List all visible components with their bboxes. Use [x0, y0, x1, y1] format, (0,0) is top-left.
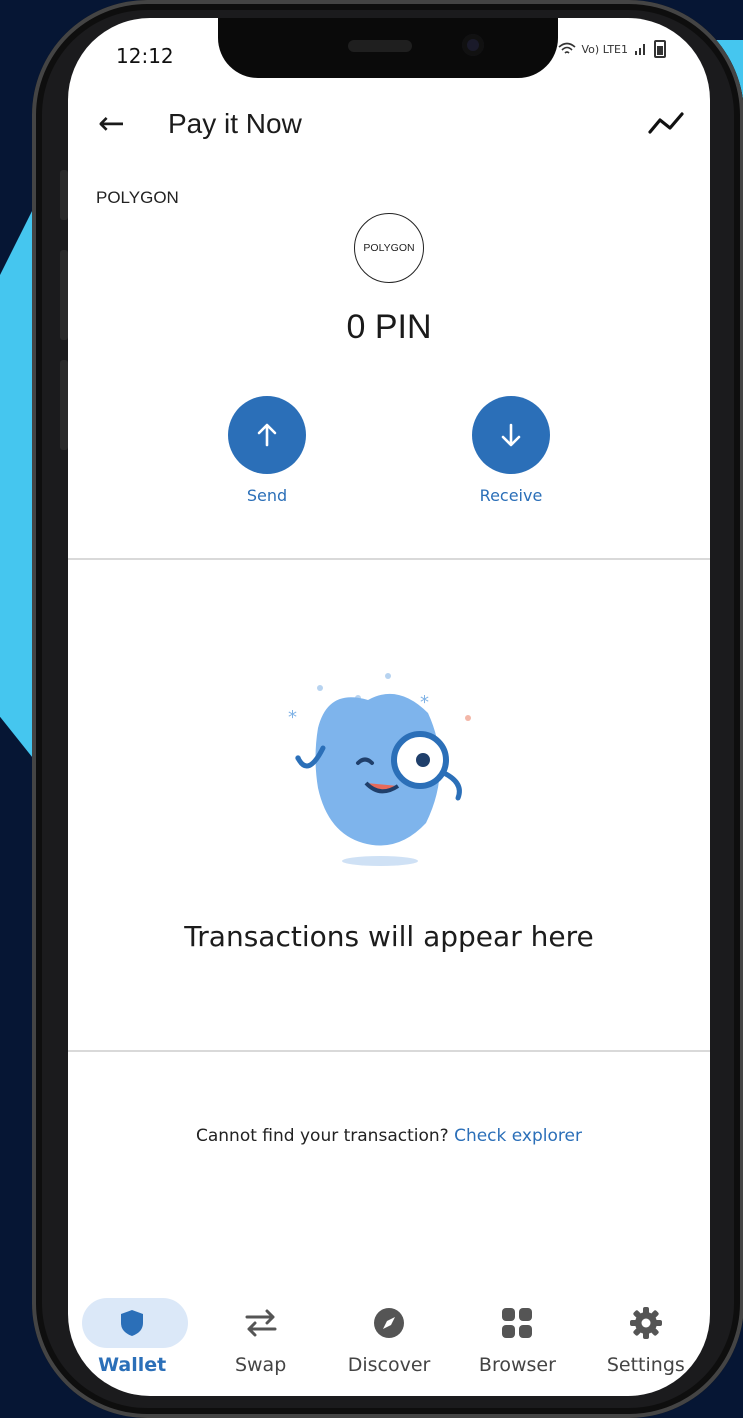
wifi-icon: [557, 42, 576, 54]
phone-side-button: [60, 170, 68, 220]
token-logo: POLYGON: [354, 213, 424, 283]
apps-grid-icon: [502, 1308, 533, 1338]
receive-action: Receive: [451, 396, 571, 505]
app-screen: 12:12 Vo) LTE1 ← Pay it Now POLYGON POLY…: [68, 18, 710, 1396]
token-balance: 0 PIN: [346, 308, 432, 346]
svg-text:*: *: [288, 707, 297, 728]
app-bar: ← Pay it Now: [68, 104, 710, 148]
nav-label-discover: Discover: [347, 1354, 431, 1376]
nav-item-browser[interactable]: Browser: [453, 1296, 581, 1386]
battery-icon: [654, 40, 666, 58]
speaker-grille: [348, 40, 412, 52]
section-divider: [68, 558, 710, 560]
check-explorer-link[interactable]: Check explorer: [454, 1126, 582, 1146]
shield-icon: [121, 1310, 144, 1336]
arrow-down-icon: [501, 423, 521, 447]
explorer-prompt: Cannot find your transaction? Check expl…: [68, 1126, 710, 1146]
bottom-navigation: Wallet Swap Discover Browser Settings: [68, 1296, 710, 1386]
receive-button[interactable]: [472, 396, 550, 474]
send-label: Send: [246, 486, 288, 505]
page-title: Pay it Now: [168, 108, 302, 139]
price-chart-icon[interactable]: [646, 108, 686, 140]
network-name: POLYGON: [96, 188, 179, 207]
network-label: Vo) LTE1: [581, 42, 628, 56]
nav-item-swap[interactable]: Swap: [196, 1296, 324, 1386]
section-divider: [68, 1050, 710, 1052]
nav-label-browser: Browser: [478, 1354, 556, 1376]
phone-side-button: [60, 250, 68, 340]
status-icons: Vo) LTE1: [557, 40, 666, 58]
empty-state-message: Transactions will appear here: [184, 920, 594, 953]
send-button[interactable]: [228, 396, 306, 474]
send-action: Send: [207, 396, 327, 505]
nav-item-wallet[interactable]: Wallet: [68, 1296, 196, 1386]
camera-notch: [218, 18, 558, 78]
token-logo-text: POLYGON: [363, 242, 415, 254]
gear-icon: [629, 1307, 662, 1339]
nav-label-wallet: Wallet: [98, 1354, 167, 1376]
compass-icon: [374, 1308, 405, 1338]
front-camera: [462, 34, 484, 56]
nav-label-swap: Swap: [234, 1354, 287, 1376]
signal-icon: [635, 44, 645, 55]
back-arrow-icon[interactable]: ←: [98, 104, 125, 142]
receive-label: Receive: [479, 486, 543, 505]
empty-transactions-illustration: * *: [288, 673, 471, 866]
status-time: 12:12: [116, 44, 174, 68]
nav-label-settings: Settings: [606, 1354, 685, 1376]
nav-item-settings[interactable]: Settings: [582, 1296, 710, 1386]
arrow-up-icon: [257, 423, 277, 447]
nav-item-discover[interactable]: Discover: [325, 1296, 453, 1386]
phone-side-button: [60, 360, 68, 450]
explorer-prompt-text: Cannot find your transaction?: [196, 1126, 449, 1146]
swap-icon: [245, 1309, 277, 1337]
